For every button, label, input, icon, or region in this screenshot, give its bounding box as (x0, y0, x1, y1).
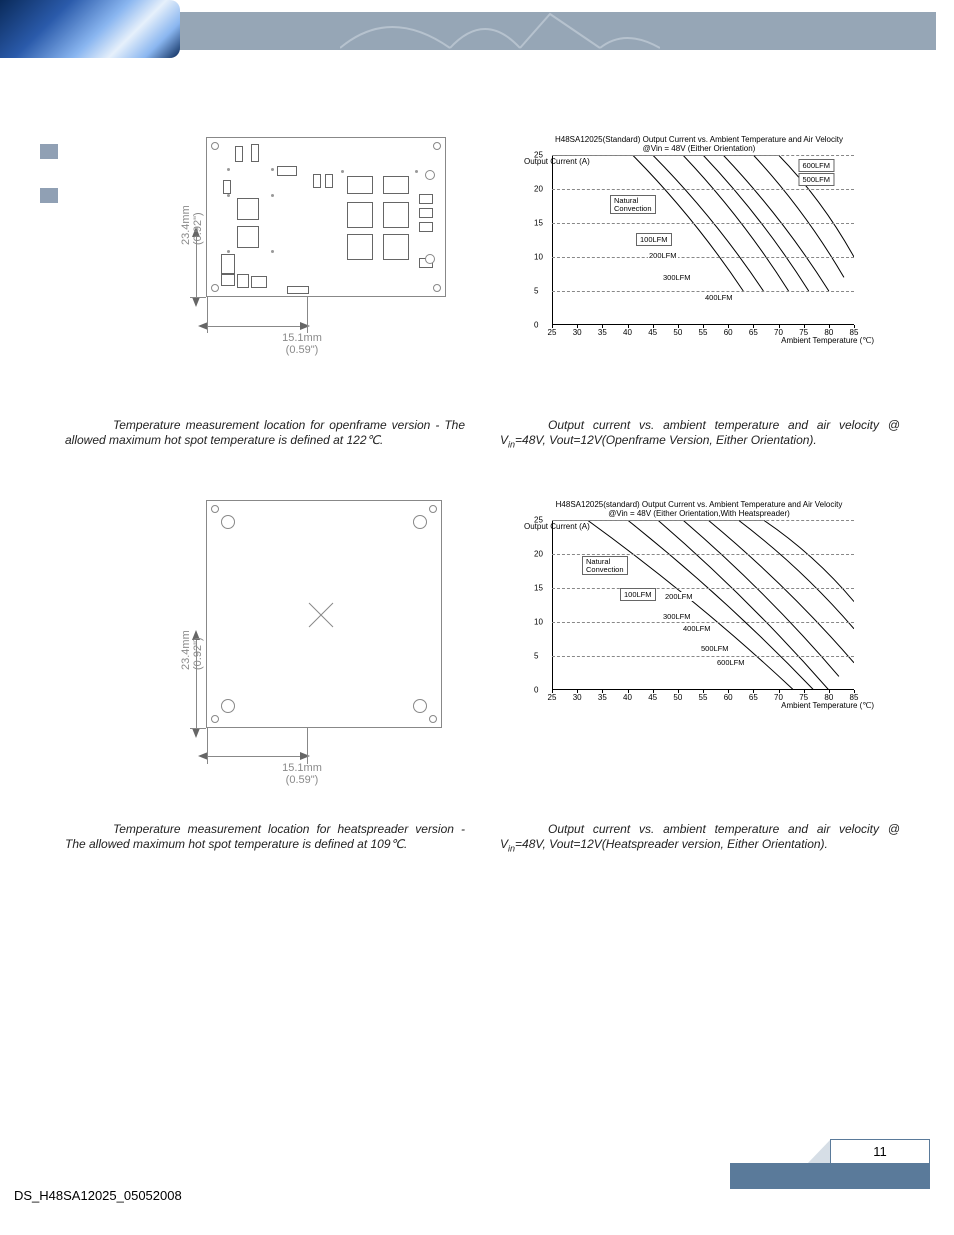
arrowhead-icon (300, 322, 310, 330)
chart-title: H48SA12025(Standard) Output Current vs. … (524, 135, 874, 153)
dim-line-vertical (196, 237, 197, 297)
dim-line-horizontal (208, 756, 300, 757)
caption-chart-openframe: Output current vs. ambient temperature a… (500, 418, 900, 451)
dim-horizontal-label: 15.1mm(0.59") (262, 332, 342, 356)
chart-plot-area: 051015202525303540455055606570758085Natu… (524, 155, 854, 335)
pcb-openframe-diagram (206, 137, 446, 297)
dim-horizontal-label: 15.1mm(0.59") (262, 762, 342, 786)
caption-heatspreader: Temperature measurement location for hea… (65, 822, 465, 852)
footer-bar (730, 1163, 930, 1189)
dim-vertical-label: 23.4mm(0.92") (180, 650, 204, 670)
dim-vertical-label: 23.4mm(0.92") (180, 225, 204, 245)
arrowhead-icon (300, 752, 310, 760)
page-number: 11 (873, 1144, 887, 1159)
chart-xlabel: Ambient Temperature (℃) (781, 702, 874, 710)
side-tab (40, 188, 58, 203)
chart-xlabel: Ambient Temperature (℃) (781, 337, 874, 345)
x-mark-icon (307, 601, 335, 629)
side-tab (40, 144, 58, 159)
arrowhead-icon (192, 728, 200, 738)
chart-plot-area: 051015202525303540455055606570758085Natu… (524, 520, 854, 700)
pcb-heatspreader-diagram (206, 500, 442, 728)
caption-openframe: Temperature measurement location for ope… (65, 418, 465, 448)
page-number-tab: 11 (830, 1139, 930, 1163)
chart-title: H48SA12025(standard) Output Current vs. … (524, 500, 874, 518)
chart-heatspreader: H48SA12025(standard) Output Current vs. … (524, 500, 874, 700)
dim-line-horizontal (208, 326, 300, 327)
header-abstract-image (0, 0, 180, 58)
chart-openframe: H48SA12025(Standard) Output Current vs. … (524, 135, 874, 335)
caption-chart-heatspreader: Output current vs. ambient temperature a… (500, 822, 900, 855)
header-decor-lines (340, 4, 660, 54)
arrowhead-icon (192, 297, 200, 307)
document-id: DS_H48SA12025_05052008 (14, 1188, 182, 1203)
